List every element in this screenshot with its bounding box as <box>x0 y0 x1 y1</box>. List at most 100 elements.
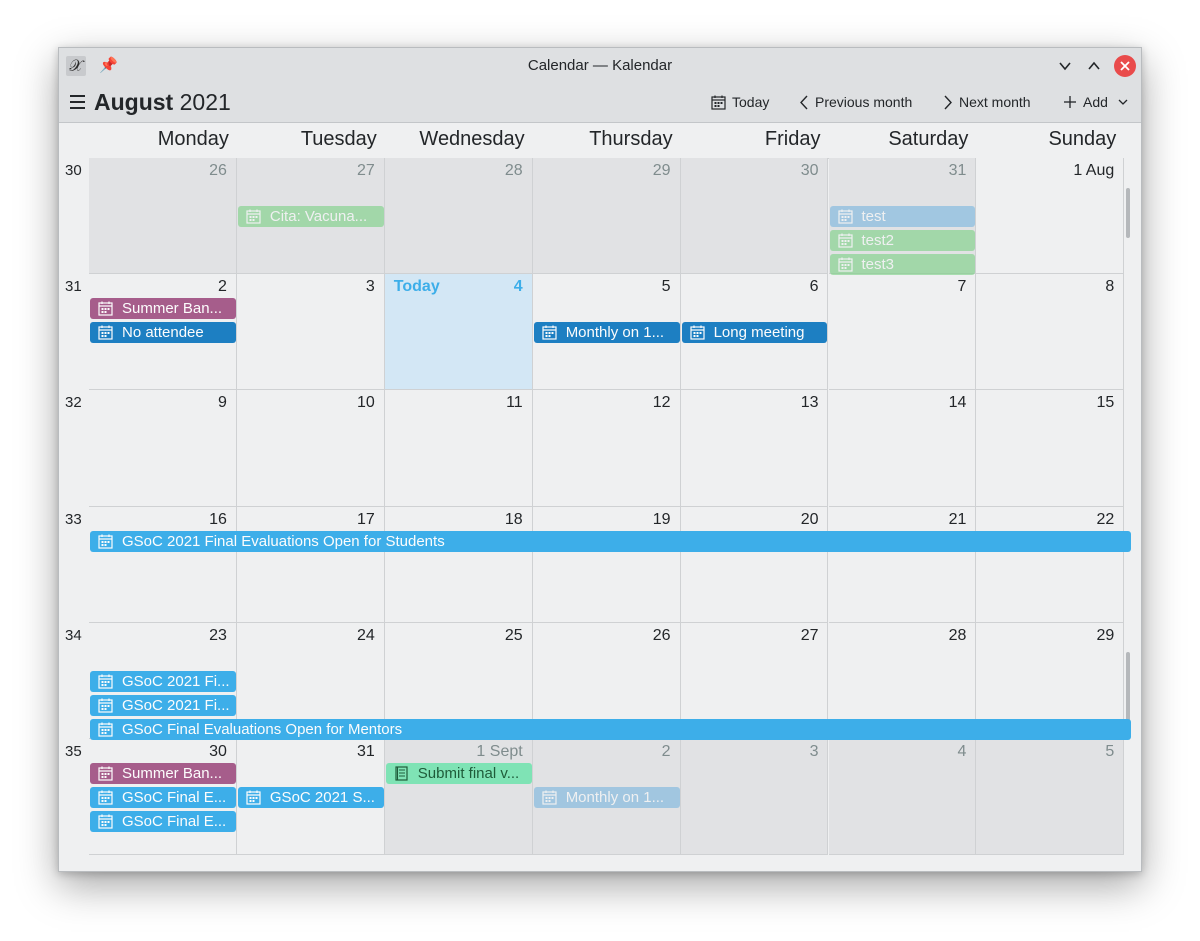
day-cell[interactable]: 17 <box>236 506 385 623</box>
today-button[interactable]: Today <box>711 94 769 110</box>
today-label: Today <box>393 278 440 296</box>
calendar-event[interactable]: Long meeting <box>681 322 828 344</box>
day-number: 6 <box>809 278 819 296</box>
day-number: 5 <box>1105 743 1115 760</box>
day-cell[interactable]: 10 <box>236 390 385 507</box>
day-cell[interactable]: 21 <box>828 506 977 623</box>
day-number: 3 <box>809 743 819 760</box>
calendar-event[interactable]: GSoC Final Evaluations Open for Mentors <box>90 718 1132 740</box>
day-cell[interactable]: 7 <box>828 274 977 391</box>
day-number: 2 <box>661 743 671 760</box>
day-cell[interactable]: 12 <box>532 390 681 507</box>
calendar-event[interactable]: GSoC Final E... <box>90 811 236 832</box>
calendar-icon <box>98 698 113 713</box>
day-number: 4 <box>957 743 967 760</box>
day-number: 25 <box>504 626 523 644</box>
day-cell-today[interactable]: Today 4 <box>384 274 533 391</box>
calendar-event[interactable]: GSoC Final E... <box>90 787 236 808</box>
day-number: 15 <box>1096 394 1115 412</box>
event-title: Monthly on 1... <box>565 324 665 342</box>
event-title: GSoC Final E... <box>122 813 227 830</box>
next-month-label: Next month <box>959 94 1031 110</box>
day-cell[interactable]: 3 <box>236 274 385 391</box>
calendar-icon <box>98 325 113 340</box>
day-number: 24 <box>356 626 375 644</box>
day-cell[interactable]: 28 <box>384 158 533 275</box>
day-number: 17 <box>356 510 375 528</box>
calendar-event[interactable]: Submit final v... <box>385 763 532 784</box>
day-cell[interactable]: 19 <box>532 506 681 623</box>
day-cell[interactable]: 16 <box>89 506 237 623</box>
event-title: test <box>861 208 886 225</box>
day-cell[interactable]: 9 <box>89 390 237 507</box>
window-title: Calendar — Kalendar <box>527 57 673 74</box>
day-number: 10 <box>356 394 375 412</box>
calendar-event[interactable]: Summer Ban... <box>90 763 236 784</box>
chevron-up-icon <box>1088 61 1100 70</box>
calendar-event[interactable]: test3 <box>829 254 976 275</box>
calendar-event[interactable]: No attendee <box>90 322 236 344</box>
day-cell[interactable]: 22 <box>976 506 1125 623</box>
week-number: 35 <box>65 743 82 760</box>
calendar-event[interactable]: Cita: Vacuna... <box>237 206 384 227</box>
next-month-button[interactable]: Next month <box>943 94 1031 110</box>
day-number: 28 <box>948 626 967 644</box>
day-cell[interactable]: 11 <box>384 390 533 507</box>
weekday-header: Wednesday <box>419 128 525 150</box>
day-cell[interactable]: 26 <box>89 158 237 275</box>
day-cell[interactable]: 30 <box>680 158 829 275</box>
day-number: 1 Aug <box>1073 162 1115 179</box>
week-number: 33 <box>65 510 82 528</box>
day-number: 2 <box>217 278 227 296</box>
calendar-icon <box>98 790 113 805</box>
maximize-button[interactable] <box>1083 55 1105 77</box>
event-title: GSoC 2021 Final Evaluations Open for Stu… <box>122 532 445 550</box>
add-button[interactable]: Add <box>1063 94 1128 110</box>
day-number: 11 <box>506 394 523 412</box>
day-number: 31 <box>356 743 375 760</box>
event-title: GSoC 2021 S... <box>269 789 375 806</box>
close-button[interactable] <box>1114 55 1136 77</box>
day-number: 29 <box>652 162 671 179</box>
hamburger-menu-icon[interactable] <box>70 95 85 109</box>
event-title: Cita: Vacuna... <box>269 208 368 225</box>
day-number: 30 <box>209 743 227 760</box>
scrollbar-handle[interactable] <box>1126 188 1130 238</box>
event-title: GSoC Final Evaluations Open for Mentors <box>122 720 403 738</box>
day-cell[interactable]: 14 <box>828 390 977 507</box>
calendar-icon <box>837 233 853 248</box>
day-cell[interactable]: 1 Aug <box>976 158 1125 275</box>
calendar-event[interactable]: GSoC 2021 Fi... <box>90 694 236 716</box>
day-cell[interactable]: 8 <box>976 274 1125 391</box>
day-cell[interactable]: 15 <box>976 390 1125 507</box>
calendar-event[interactable]: Monthly on 1... <box>533 787 680 808</box>
day-cell[interactable]: 5 <box>976 739 1125 856</box>
week-number: 32 <box>65 394 82 412</box>
calendar-icon <box>98 301 113 316</box>
calendar-event[interactable]: GSoC 2021 Final Evaluations Open for Stu… <box>90 530 1132 552</box>
day-cell[interactable]: 1 Sept <box>384 739 533 856</box>
day-cell[interactable]: 29 <box>532 158 681 275</box>
calendar-event[interactable]: test2 <box>829 230 976 251</box>
calendar-event[interactable]: test <box>829 206 976 227</box>
calendar-icon <box>711 95 726 110</box>
day-cell[interactable]: 13 <box>680 390 829 507</box>
day-cell[interactable]: 18 <box>384 506 533 623</box>
app-window: 𝒳 📌 Calendar — Kalendar August 2021 Toda… <box>58 47 1142 872</box>
day-cell[interactable]: 4 <box>828 739 977 856</box>
calendar-icon <box>98 722 113 737</box>
calendar-event[interactable]: GSoC 2021 Fi... <box>90 670 236 692</box>
close-icon <box>1120 61 1130 71</box>
previous-month-button[interactable]: Previous month <box>799 94 912 110</box>
calendar-event[interactable]: Summer Ban... <box>90 298 236 320</box>
title-bar[interactable]: 𝒳 📌 Calendar — Kalendar <box>59 48 1141 84</box>
day-number: 9 <box>217 394 227 412</box>
day-cell[interactable]: 20 <box>680 506 829 623</box>
day-cell[interactable]: 3 <box>680 739 829 856</box>
minimize-button[interactable] <box>1054 55 1076 77</box>
day-number: 19 <box>652 510 671 528</box>
calendar-event[interactable]: Monthly on 1... <box>533 322 680 344</box>
weekday-header: Saturday <box>888 128 969 150</box>
calendar-icon <box>542 790 557 805</box>
calendar-event[interactable]: GSoC 2021 S... <box>237 787 384 808</box>
